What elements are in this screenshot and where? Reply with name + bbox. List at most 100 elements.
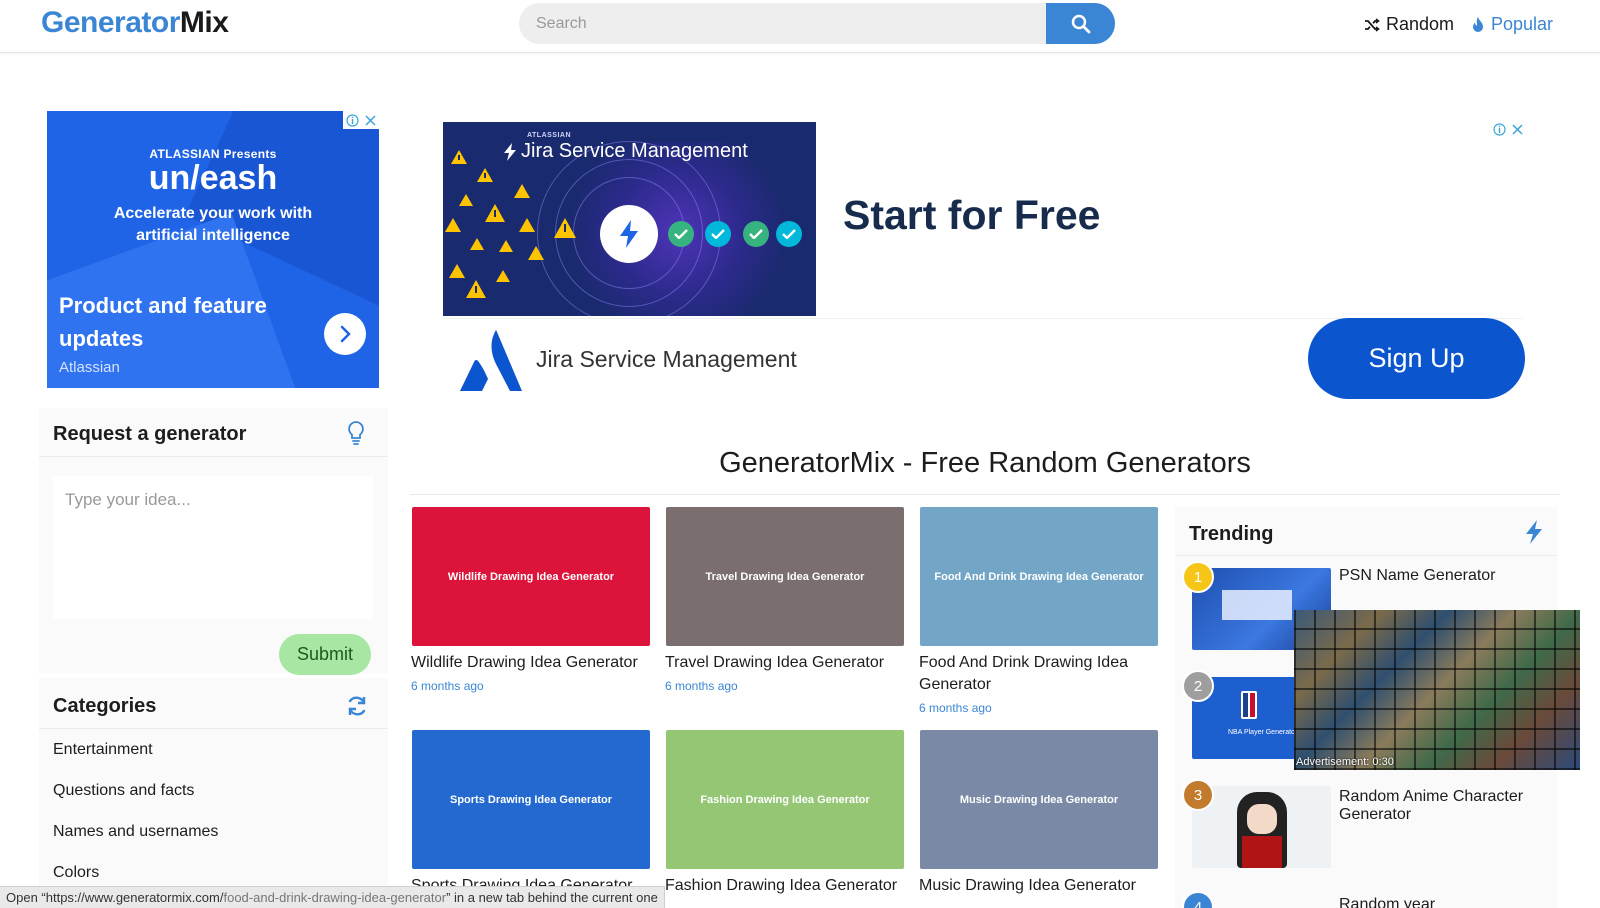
flame-icon [1473,17,1483,32]
divider [410,494,1560,495]
check-icon [743,221,769,247]
tile-label-travel[interactable]: Travel Drawing Idea Generator [665,652,913,674]
tile-thumb-text: Sports Drawing Idea Generator [450,793,612,806]
tile-time: 6 months ago [919,701,992,715]
check-icon [705,221,731,247]
video-ad-overlay[interactable]: Advertisement: 0:30 [1294,610,1580,770]
trend-label-psn[interactable]: PSN Name Generator [1339,567,1539,585]
anime-outfit [1242,836,1282,868]
jira-small-brand: ATLASSIAN [527,132,572,139]
categories-title: Categories [53,695,157,717]
jira-ad-image: ATLASSIAN Jira Service Management [443,122,816,316]
divider [39,456,388,457]
nba-logo-icon [1241,691,1257,719]
tile-thumb-wildlife[interactable]: Wildlife Drawing Idea Generator [412,507,650,646]
trend-label-random-year[interactable]: Random year [1339,896,1539,908]
request-generator-card: Request a generator Submit [39,408,388,675]
ad-choices[interactable] [1490,120,1526,138]
popular-link[interactable]: Popular [1471,14,1553,35]
tile-thumb-sports[interactable]: Sports Drawing Idea Generator [412,730,650,869]
request-title: Request a generator [53,423,247,445]
popular-label: Popular [1491,14,1554,34]
info-icon [346,113,359,127]
ad-arrow-button[interactable] [324,313,366,355]
search-bar [519,3,1115,44]
random-label: Random [1386,14,1455,34]
status-suffix: ” in a new tab behind the current one [446,890,658,905]
lightning-icon [504,142,516,161]
tile-time: 6 months ago [665,679,738,693]
tile-thumb-text: Fashion Drawing Idea Generator [700,793,870,806]
logo-part1: Generator [41,6,180,39]
lightbulb-icon [348,421,364,445]
close-icon [1512,123,1523,135]
info-icon [1493,122,1506,136]
random-link[interactable]: Random [1364,14,1454,35]
tile-label-wildlife[interactable]: Wildlife Drawing Idea Generator [411,652,659,674]
rank-badge: 1 [1182,561,1214,593]
lightning-icon [620,220,638,248]
sign-up-button[interactable]: Sign Up [1308,318,1525,399]
jira-brand-name: Jira Service Management [536,346,797,372]
ad-content: ATLASSIAN Presents un/eash Accelerate yo… [47,111,379,388]
top-header: GeneratorMix Random Popular [0,0,1600,53]
search-button[interactable] [1046,3,1115,44]
ad-subline: Accelerate your work with artificial int… [113,205,313,244]
tile-label-fashion[interactable]: Fashion Drawing Idea Generator [665,875,913,897]
search-icon [1071,14,1090,33]
tile-thumb-music[interactable]: Music Drawing Idea Generator [920,730,1158,869]
tile-label-music[interactable]: Music Drawing Idea Generator [919,875,1167,897]
close-icon [365,114,376,126]
ad-headline: Product and feature updates [59,293,267,351]
thumb-detail [1222,590,1292,620]
rank-badge: 2 [1182,670,1214,702]
rank-badge: 3 [1182,779,1214,811]
tile-thumb-fashion[interactable]: Fashion Drawing Idea Generator [666,730,904,869]
category-questions-facts[interactable]: Questions and facts [53,782,194,800]
nba-logo-part [1250,693,1255,717]
chevron-right-icon [340,325,351,343]
ad-big-headline: un/eash [148,159,278,197]
lightning-icon [1526,520,1542,544]
idea-textarea[interactable] [53,476,373,619]
atlassian-side-ad[interactable]: ATLASSIAN Presents un/eash Accelerate yo… [47,111,379,388]
jira-banner-ad[interactable]: ATLASSIAN Jira Service Management Start … [443,118,1526,399]
tile-thumb-travel[interactable]: Travel Drawing Idea Generator [666,507,904,646]
check-icon [668,221,694,247]
jira-bolt-badge [600,205,658,263]
divider [1175,555,1557,556]
jira-product-text: Jira Service Management [521,140,748,162]
rank-badge: 4 [1182,891,1214,908]
tile-thumb-text: Wildlife Drawing Idea Generator [447,570,615,583]
check-icon [776,221,802,247]
video-ad-caption: Advertisement: 0:30 [1296,756,1394,768]
categories-card: Categories Entertainment Questions and f… [39,678,388,908]
ad-brand: Atlassian [59,359,120,376]
tile-thumb-food-drink[interactable]: Food And Drink Drawing Idea Generator [920,507,1158,646]
trend-label-anime[interactable]: Random Anime Character Generator [1339,788,1539,824]
refresh-icon[interactable] [346,695,368,717]
nba-thumb-text: NBA Player Generator [1228,729,1298,736]
submit-button[interactable]: Submit [279,634,371,675]
category-entertainment[interactable]: Entertainment [53,741,153,759]
trending-title: Trending [1189,523,1274,545]
start-for-free-text: Start for Free [843,192,1101,238]
nba-logo-part [1243,693,1248,717]
anime-face [1247,804,1277,834]
ad-choices[interactable] [343,111,379,129]
tile-time: 6 months ago [411,679,484,693]
video-ad-frame [1294,610,1580,770]
page-title: GeneratorMix - Free Random Generators [719,447,1251,479]
tile-thumb-text: Travel Drawing Idea Generator [705,570,865,583]
tile-thumb-text: Music Drawing Idea Generator [959,793,1119,806]
status-path: food-and-drink-drawing-idea-generator [223,890,447,905]
tile-label-food-drink[interactable]: Food And Drink Drawing Idea Generator [919,652,1159,696]
category-names-usernames[interactable]: Names and usernames [53,823,218,841]
site-logo[interactable]: GeneratorMix [41,6,229,40]
search-input[interactable] [519,3,1044,44]
atlassian-logo-icon [460,330,522,391]
status-prefix: Open “https://www.generatormix.com/ [6,890,224,905]
page: { "header": { "logo_part1": "Generator",… [0,0,1600,908]
shuffle-icon [1365,17,1380,32]
category-colors[interactable]: Colors [53,864,99,882]
